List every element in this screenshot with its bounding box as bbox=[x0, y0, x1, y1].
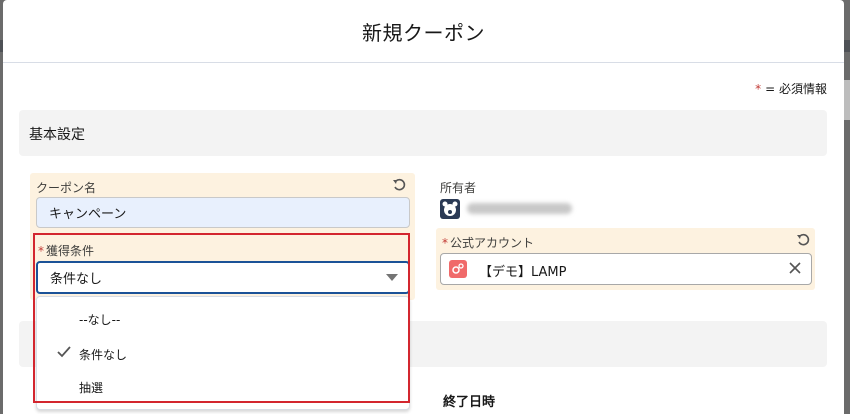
owner-label: 所有者 bbox=[440, 181, 477, 195]
required-mark: * bbox=[38, 244, 44, 258]
option-label: 抽選 bbox=[79, 381, 104, 395]
acquisition-selected-value: 条件なし bbox=[50, 272, 103, 287]
new-coupon-modal: 新規クーポン * = 必須情報 基本設定 クーポン名 キャンペーン * 獲得条件 条… bbox=[3, 0, 844, 414]
owner-name-redacted bbox=[467, 203, 572, 214]
coupon-name-input[interactable]: キャンペーン bbox=[36, 197, 410, 228]
modal-title: 新規クーポン bbox=[362, 20, 485, 45]
official-account-lookup[interactable]: 【デモ】LAMP bbox=[440, 253, 812, 285]
section-basic-settings[interactable]: 基本設定 bbox=[19, 110, 827, 156]
option-label: --なし-- bbox=[79, 313, 121, 327]
bear-icon bbox=[442, 201, 458, 216]
dropdown-option[interactable]: --なし-- bbox=[37, 302, 409, 334]
end-datetime-label: 終了日時 bbox=[443, 395, 496, 410]
dropdown-option[interactable]: 条件なし bbox=[37, 337, 409, 369]
section-title: 基本設定 bbox=[29, 127, 85, 143]
official-account-label-text: 公式アカウント bbox=[450, 236, 535, 250]
acquisition-dropdown: --なし-- 条件なし 抽選 bbox=[36, 296, 410, 410]
owner-avatar bbox=[440, 199, 460, 219]
modal-header: 新規クーポン bbox=[3, 0, 844, 63]
undo-icon[interactable] bbox=[392, 178, 406, 192]
required-mark: * bbox=[442, 236, 448, 250]
account-icon bbox=[449, 260, 467, 278]
official-account-label: * 公式アカウント bbox=[442, 234, 534, 251]
required-note-text: = 必須情報 bbox=[765, 82, 827, 96]
close-icon[interactable] bbox=[787, 260, 803, 276]
dropdown-option[interactable]: 抽選 bbox=[37, 370, 409, 402]
option-label: 条件なし bbox=[79, 348, 128, 362]
undo-icon[interactable] bbox=[796, 233, 810, 247]
required-info-note: * = 必須情報 bbox=[755, 80, 827, 97]
coupon-name-label: クーポン名 bbox=[36, 181, 97, 195]
checkmark-icon bbox=[57, 346, 71, 358]
acquisition-select[interactable]: 条件なし bbox=[36, 261, 410, 294]
official-account-value: 【デモ】LAMP bbox=[479, 265, 567, 280]
chevron-down-icon bbox=[386, 274, 398, 281]
acquisition-label: * 獲得条件 bbox=[38, 242, 94, 259]
required-mark: * bbox=[755, 82, 762, 96]
acquisition-label-text: 獲得条件 bbox=[46, 244, 95, 258]
